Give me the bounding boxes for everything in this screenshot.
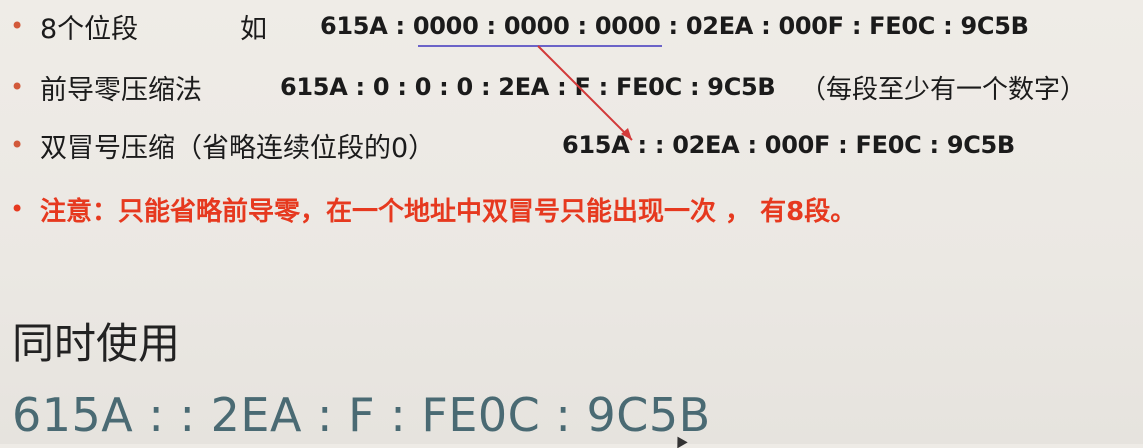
bullet-dot-icon: • [10,12,25,40]
bullet-dot-icon: • [10,195,25,223]
compressed-address: 615A : 0 : 0 : 0 : 2EA : F : FE0C : 9C5B [280,73,776,101]
warning-text: 注意：只能省略前导零，在一个地址中双冒号只能出现一次 ， 有8段。 [40,196,857,227]
example-prefix: 如 [240,13,267,45]
bullet-label: 双冒号压缩（省略连续位段的0） [40,132,436,164]
bullet-dot-icon: • [10,73,25,101]
bullet-note: （每段至少有一个数字） [800,74,1087,105]
bullet-label: 8个位段 [40,13,139,45]
double-colon-address: 615A : : 02EA : 000F : FE0C : 9C5B [562,131,1015,159]
bullet-label: 前导零压缩法 [40,74,202,106]
section-heading: 同时使用 [12,319,181,368]
full-address: 615A : 0000 : 0000 : 0000 : 02EA : 000F … [320,12,1029,40]
combined-address: 615A : : 2EA : F : FE0C : 9C5B [12,388,711,442]
slide-canvas: • 8个位段 如 615A : 0000 : 0000 : 0000 : 02E… [0,0,1143,448]
bullet-dot-icon: • [10,131,25,159]
